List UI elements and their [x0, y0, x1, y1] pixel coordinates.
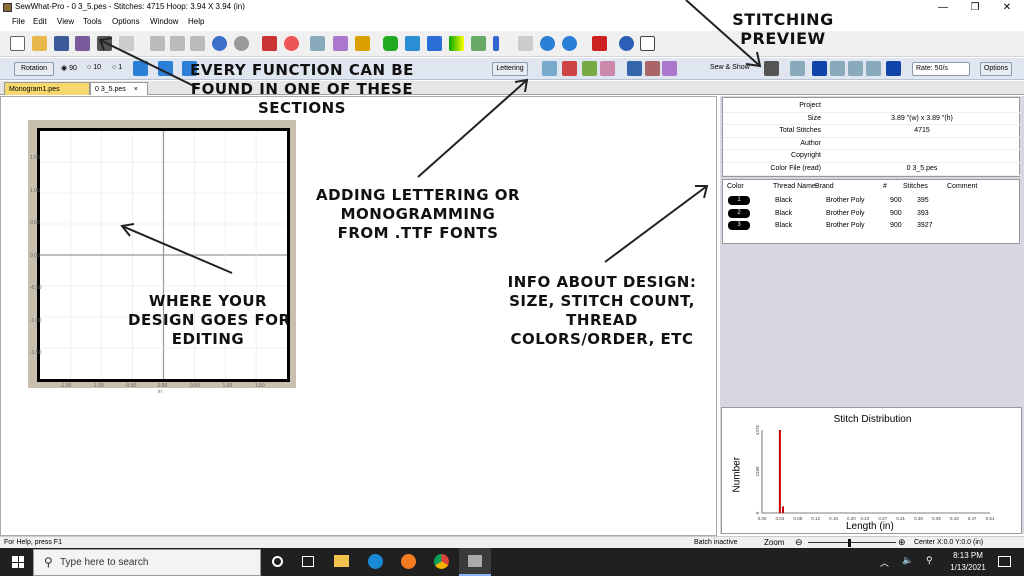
functions-arrow: [99, 39, 197, 88]
annotation-lettering: ADDING LETTERING OR MONOGRAMMING FROM .T…: [316, 186, 521, 242]
annotation-design-info: INFO ABOUT DESIGN: SIZE, STITCH COUNT, T…: [507, 273, 697, 348]
lettering-arrow: [417, 79, 528, 178]
annotation-stitching-preview: STITCHING PREVIEW: [732, 10, 834, 48]
design-arrow: [121, 225, 233, 274]
annotation-every-function: EVERY FUNCTION CAN BE FOUND IN ONE OF TH…: [190, 61, 414, 117]
annotation-design-area: WHERE YOUR DESIGN GOES FOR EDITING: [128, 292, 291, 348]
info-arrow: [604, 185, 708, 263]
